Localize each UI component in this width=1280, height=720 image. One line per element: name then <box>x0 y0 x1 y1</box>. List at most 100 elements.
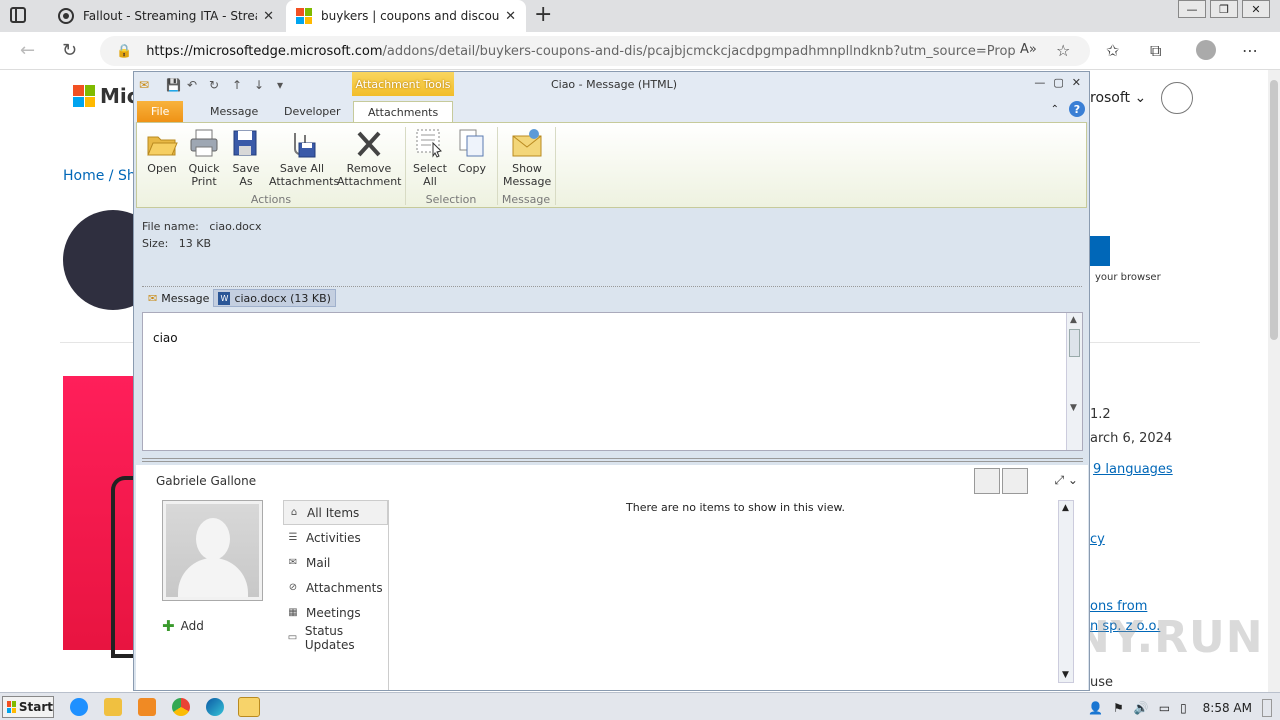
screenshot-thumbnail[interactable] <box>63 376 139 658</box>
outlook-taskbar-icon[interactable] <box>238 697 260 717</box>
save-all-attachments-button[interactable]: Save All Attachments <box>269 127 339 188</box>
label: Status Updates <box>304 623 355 652</box>
maximize-icon[interactable]: ▢ <box>1053 76 1063 89</box>
get-button[interactable] <box>1088 236 1110 266</box>
minimize-icon[interactable]: — <box>1178 0 1206 18</box>
list-item-all-items[interactable]: ⌂ All Items <box>283 500 388 525</box>
customize-qat-icon[interactable]: ▾ <box>277 78 283 92</box>
save-icon[interactable]: 💾 <box>166 78 181 92</box>
restore-icon[interactable]: ❐ <box>1210 0 1238 18</box>
help-icon[interactable]: ? <box>1069 101 1085 117</box>
list-item-status-updates[interactable]: ▭ Status Updates <box>283 623 388 652</box>
close-icon[interactable]: ✕ <box>1072 76 1081 89</box>
show-message-button[interactable]: Show Message <box>503 127 551 188</box>
scroll-up-icon[interactable]: ▲ <box>1062 503 1069 513</box>
microsoft-menu[interactable]: rosoft ⌄ <box>1090 90 1146 106</box>
body-scrollbar[interactable]: ▲ ▼ <box>1066 313 1082 450</box>
empty-view-text: There are no items to show in this view. <box>626 501 845 514</box>
tab-actions-icon[interactable] <box>10 7 26 23</box>
more-options-icon[interactable]: ⋯ <box>1242 41 1258 60</box>
url-text[interactable]: https://microsoftedge.microsoft.com/addo… <box>146 44 1016 59</box>
pane-scrollbar[interactable]: ▲ ▼ <box>1058 500 1074 683</box>
quick-print-button[interactable]: Quick Print <box>187 127 221 188</box>
tab-developer[interactable]: Developer <box>270 101 355 122</box>
close-tab-icon[interactable]: ✕ <box>263 9 274 24</box>
start-button[interactable]: Start <box>2 696 54 718</box>
open-button[interactable]: Open <box>145 127 179 175</box>
minimize-icon[interactable]: — <box>1034 76 1045 89</box>
collapse-ribbon-icon[interactable]: ⌃ <box>1051 104 1059 115</box>
file-explorer-icon[interactable] <box>104 698 122 716</box>
tab-title: Fallout - Streaming ITA - Streami <box>83 9 257 23</box>
collections-icon[interactable]: ⧉ <box>1150 41 1161 61</box>
clock[interactable]: 8:58 AM <box>1203 701 1252 715</box>
scroll-down-icon[interactable]: ▼ <box>1070 403 1077 413</box>
scroll-up-icon[interactable]: ▲ <box>1070 315 1077 325</box>
label: Save <box>232 162 260 175</box>
new-tab-icon[interactable]: + <box>534 3 552 27</box>
favorites-icon[interactable]: ✩ <box>1106 41 1119 60</box>
add-favorite-icon[interactable]: ☆ <box>1056 41 1070 60</box>
contact-name: Gabriele Gallone <box>156 474 257 488</box>
network-icon[interactable]: ▭ <box>1159 701 1170 715</box>
address-bar[interactable]: 🔒 https://microsoftedge.microsoft.com/ad… <box>100 36 1090 66</box>
add-contact-button[interactable]: ✚ Add <box>162 617 204 635</box>
message-attachment-tab[interactable]: ✉ Message <box>144 289 213 307</box>
chrome-icon[interactable] <box>172 698 190 716</box>
flag-icon[interactable]: ⚑ <box>1113 701 1124 715</box>
person-icon[interactable] <box>974 468 1000 494</box>
calendar-icon: ▦ <box>288 607 298 618</box>
lock-icon[interactable]: 🔒 <box>116 44 132 59</box>
select-all-button[interactable]: Select All <box>411 127 449 188</box>
title-bar: ✉ 💾 ↶ ↻ ↑ ↓ ▾ Attachment Tools Ciao - Me… <box>134 72 1089 98</box>
refresh-icon[interactable]: ↻ <box>62 40 77 61</box>
profile-icon[interactable] <box>1196 40 1216 60</box>
remove-attachment-button[interactable]: Remove Attachment <box>337 127 402 188</box>
envelope-icon: ✉ <box>148 291 158 305</box>
person-icon[interactable] <box>1002 468 1028 494</box>
tab-file[interactable]: File <box>137 101 184 122</box>
message-body[interactable]: ciao ▲ ▼ <box>142 312 1083 451</box>
redo-icon[interactable]: ↻ <box>209 78 219 92</box>
page-scrollbar[interactable] <box>1268 70 1280 692</box>
privacy-link[interactable]: cy <box>1090 532 1105 547</box>
tab-fallout[interactable]: Fallout - Streaming ITA - Streami ✕ <box>48 0 284 32</box>
label: Add <box>180 619 204 633</box>
languages-link[interactable]: 9 languages <box>1093 462 1173 477</box>
list-item-attachments[interactable]: ⊘ Attachments <box>283 575 388 600</box>
scroll-down-icon[interactable]: ▼ <box>1062 670 1069 680</box>
scroll-thumb[interactable] <box>1069 329 1080 357</box>
use-text: use <box>1090 675 1114 690</box>
user-icon[interactable]: 👤 <box>1088 701 1103 715</box>
undo-icon[interactable]: ↶ <box>187 78 197 92</box>
back-icon[interactable]: ← <box>20 40 35 61</box>
save-as-button[interactable]: Save As <box>229 127 263 188</box>
up-icon[interactable]: ↑ <box>232 78 242 92</box>
expand-pane-icon[interactable]: ⤢ ⌄ <box>1055 473 1078 488</box>
media-player-icon[interactable] <box>138 698 156 716</box>
list-item-meetings[interactable]: ▦ Meetings <box>283 600 388 625</box>
sign-in-icon[interactable] <box>1161 82 1193 114</box>
internet-explorer-icon[interactable] <box>70 698 88 716</box>
list-item-mail[interactable]: ✉ Mail <box>283 550 388 575</box>
label: Message <box>161 291 210 305</box>
tab-buykers[interactable]: buykers | coupons and discount c ✕ <box>286 0 526 32</box>
copy-button[interactable]: Copy <box>455 127 489 175</box>
power-icon[interactable]: ▯ <box>1180 701 1187 715</box>
close-icon[interactable]: ✕ <box>1242 0 1270 18</box>
docx-attachment-tab[interactable]: Wciao.docx (13 KB) <box>213 289 336 307</box>
tab-message[interactable]: Message <box>196 101 272 122</box>
microsoft-logo-icon[interactable] <box>73 85 95 107</box>
list-item-activities[interactable]: ☰ Activities <box>283 525 388 550</box>
scroll-thumb[interactable] <box>1270 80 1278 340</box>
edge-icon[interactable] <box>206 698 224 716</box>
windows-logo-icon <box>7 701 16 713</box>
show-desktop-icon[interactable] <box>1262 699 1272 717</box>
read-aloud-icon[interactable]: A» <box>1020 42 1037 57</box>
system-tray: 👤 ⚑ 🔊 ▭ ▯ 8:58 AM <box>1088 699 1272 717</box>
close-tab-icon[interactable]: ✕ <box>505 9 516 24</box>
tab-attachments[interactable]: Attachments <box>353 101 454 122</box>
pane-splitter[interactable] <box>142 458 1083 462</box>
down-icon[interactable]: ↓ <box>254 78 264 92</box>
volume-icon[interactable]: 🔊 <box>1134 701 1149 715</box>
